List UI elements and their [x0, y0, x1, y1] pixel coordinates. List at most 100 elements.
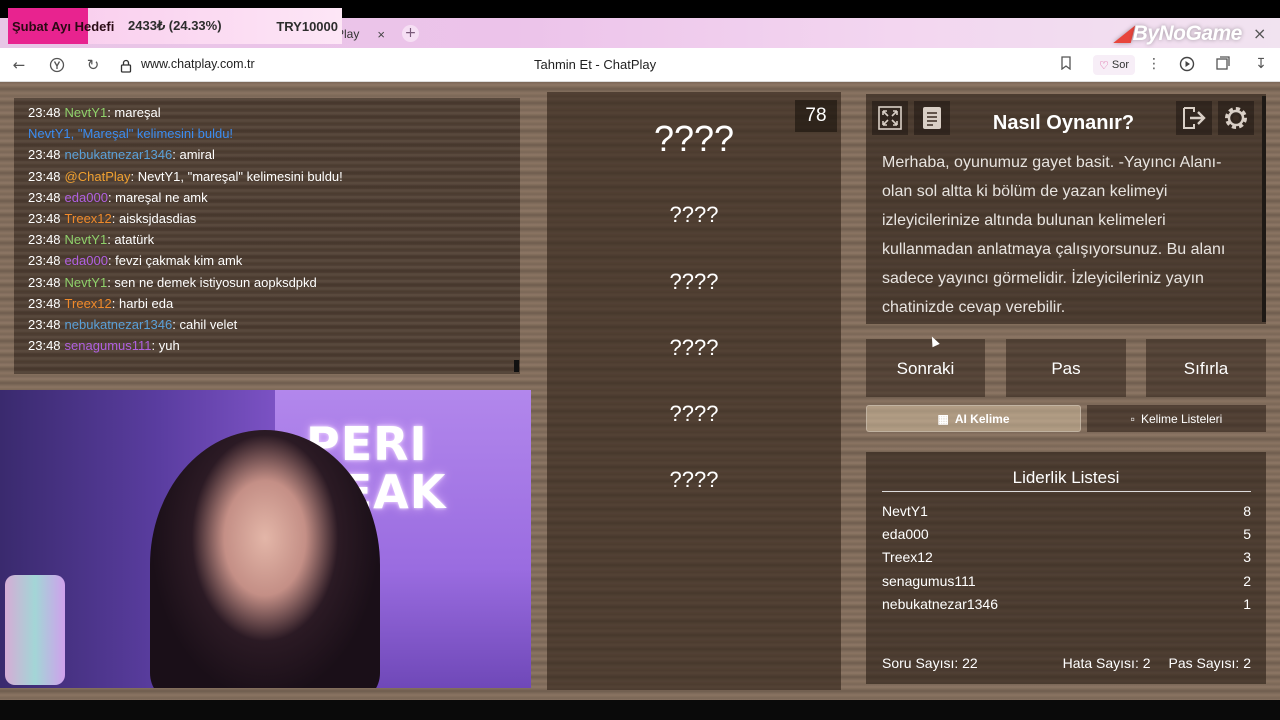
chat-username[interactable]: nebukatnezar1346: [65, 147, 173, 162]
game-stats: Soru Sayısı: 22 Hata Sayısı: 2 Pas Sayıs…: [882, 655, 1251, 671]
player-score: 3: [1243, 549, 1251, 566]
chat-text: : mareşal ne amk: [107, 189, 208, 205]
bookmark-icon[interactable]: [1057, 56, 1075, 74]
pass-count: Pas Sayısı: 2: [1168, 655, 1251, 671]
chat-list: 23:48 NevtY1: mareşal NevtY1, "Mareşal" ke…: [28, 102, 508, 356]
url-field[interactable]: www.chatplay.com.tr: [141, 57, 255, 71]
error-count: Hata Sayısı: 2: [1062, 655, 1151, 671]
leaderboard-row: Treex12 3: [882, 546, 1251, 569]
new-tab-button[interactable]: +: [402, 25, 419, 42]
yandex-icon[interactable]: [48, 57, 66, 77]
reload-icon[interactable]: ↻: [84, 56, 102, 74]
exit-icon[interactable]: [1176, 101, 1212, 135]
lock-icon[interactable]: [120, 58, 132, 73]
chat-message: 23:48 eda000: fevzi çakmak kim amk: [28, 250, 508, 271]
bynogame-logo: ◢ByNoGame: [1115, 21, 1242, 46]
chat-username[interactable]: nebukatnezar1346: [65, 317, 173, 332]
bynogame-name: ByNoGame: [1132, 22, 1243, 45]
chat-username[interactable]: Treex12: [65, 296, 112, 311]
chat-time: 23:48: [28, 168, 61, 184]
microphone: [5, 575, 65, 685]
word-column: [547, 92, 841, 690]
list-icon: ▫: [1130, 411, 1135, 426]
pass-button[interactable]: Pas: [1006, 339, 1126, 397]
webcam-feed: PERI PEAK: [0, 390, 531, 688]
next-button[interactable]: Sonraki: [866, 339, 985, 397]
ai-word-button[interactable]: ▦ AI Kelime: [866, 405, 1081, 432]
how-to-play-text: Merhaba, oyunumuz gayet basit. -Yayıncı …: [882, 154, 1226, 316]
ask-label: Sor: [1111, 59, 1129, 71]
chat-text: : sen ne demek istiyosun aopksdpkd: [107, 274, 317, 290]
chat-time: 23:48: [28, 147, 61, 163]
hidden-word-5: ????: [669, 401, 719, 426]
player-name: Treex12: [882, 549, 933, 566]
chat-message: 23:48 NevtY1: atatürk: [28, 229, 508, 250]
chat-username[interactable]: @ChatPlay: [65, 169, 131, 184]
chat-message: 23:48 NevtY1: sen ne demek istiyosun aopk…: [28, 272, 508, 293]
more-icon[interactable]: ⋮: [1145, 56, 1163, 72]
chat-time: 23:48: [28, 232, 61, 248]
chat-time: 23:48: [28, 189, 61, 205]
player-score: 8: [1243, 503, 1251, 519]
chat-message: 23:48 NevtY1: mareşal: [28, 102, 508, 123]
chat-message: 23:48 nebukatnezar1346: amiral: [28, 144, 508, 165]
chat-message: 23:48 eda000: mareşal ne amk: [28, 187, 508, 208]
chat-time: 23:48: [28, 210, 61, 226]
play-icon[interactable]: [1178, 56, 1196, 76]
chat-text: : amiral: [172, 147, 215, 163]
leaderboard-row: NevtY1 8: [882, 500, 1251, 523]
question-count: Soru Sayısı: 22: [882, 655, 978, 671]
robot-icon: ▦: [937, 411, 949, 426]
collections-icon[interactable]: [1214, 56, 1232, 76]
chat-time: 23:48: [28, 338, 61, 354]
hidden-word-main: ????: [653, 118, 735, 159]
leaderboard-title: Liderlik Listesi: [1012, 468, 1120, 487]
player-score: 5: [1243, 526, 1251, 543]
player-name: NevtY1: [882, 503, 928, 519]
chat-message: 23:48 Treex12: aisksjdasdias: [28, 208, 508, 229]
player-name: eda000: [882, 526, 929, 543]
chat-username[interactable]: eda000: [65, 190, 108, 205]
howto-scrollbar[interactable]: [1262, 96, 1266, 322]
chat-username[interactable]: NevtY1: [65, 275, 108, 290]
leaderboard-row: eda000 5: [882, 523, 1251, 546]
reset-button[interactable]: Sıfırla: [1146, 339, 1266, 397]
chat-message: 23:48 @ChatPlay: NevtY1, "mareşal" kelime…: [28, 166, 508, 187]
bottom-letterbox: [0, 700, 1280, 720]
monthly-goal-overlay: Şubat Ayı Hedefi 2433₺ (24.33%) TRY10000: [8, 8, 342, 44]
chat-username[interactable]: Treex12: [65, 211, 112, 226]
chat-time: 23:48: [28, 105, 61, 120]
chat-message: NevtY1, "Mareşal" kelimesini buldu!: [28, 123, 508, 144]
chat-username[interactable]: NevtY1: [65, 232, 108, 247]
hidden-word-6: ????: [669, 467, 719, 492]
settings-icon[interactable]: [1218, 101, 1254, 135]
chat-username[interactable]: NevtY1: [65, 105, 108, 120]
chat-text: : mareşal: [107, 105, 161, 120]
download-icon[interactable]: ↧: [1252, 56, 1270, 72]
chat-time: 23:48: [28, 274, 61, 290]
window-close-icon[interactable]: ×: [1253, 24, 1266, 43]
hidden-word-3: ????: [669, 269, 719, 294]
tab-chatplay[interactable]: Play ×: [336, 23, 385, 45]
chat-time: 23:48: [28, 295, 61, 311]
ask-button[interactable]: ♡ Sor: [1093, 55, 1135, 75]
tab-close-icon[interactable]: ×: [377, 27, 385, 42]
word-lists-label: Kelime Listeleri: [1140, 411, 1223, 426]
leaderboard-row: senagumus111 2: [882, 570, 1251, 593]
chat-time: 23:48: [28, 253, 61, 269]
hidden-word-4: ????: [669, 335, 719, 360]
word-lists-button[interactable]: ▫ Kelime Listeleri: [1087, 405, 1266, 432]
chat-message: 23:48 Treex12: harbi eda: [28, 293, 508, 314]
chat-username[interactable]: senagumus111: [65, 338, 152, 353]
chat-username[interactable]: eda000: [65, 253, 108, 268]
chat-message: 23:48 nebukatnezar1346: cahil velet: [28, 314, 508, 335]
player-name: nebukatnezar1346: [882, 595, 998, 612]
chat-text: : aisksjdasdias: [111, 210, 197, 226]
chat-text: : NevtY1, "mareşal" kelimesini buldu!: [130, 168, 343, 184]
goal-progress: 2433₺ (24.33%): [128, 18, 222, 33]
back-icon[interactable]: ←: [10, 56, 28, 74]
streamer: [150, 430, 380, 688]
player-score: 1: [1243, 595, 1251, 612]
chat-scroll-handle[interactable]: [514, 360, 519, 372]
goal-title: Şubat Ayı Hedefi: [8, 8, 114, 44]
